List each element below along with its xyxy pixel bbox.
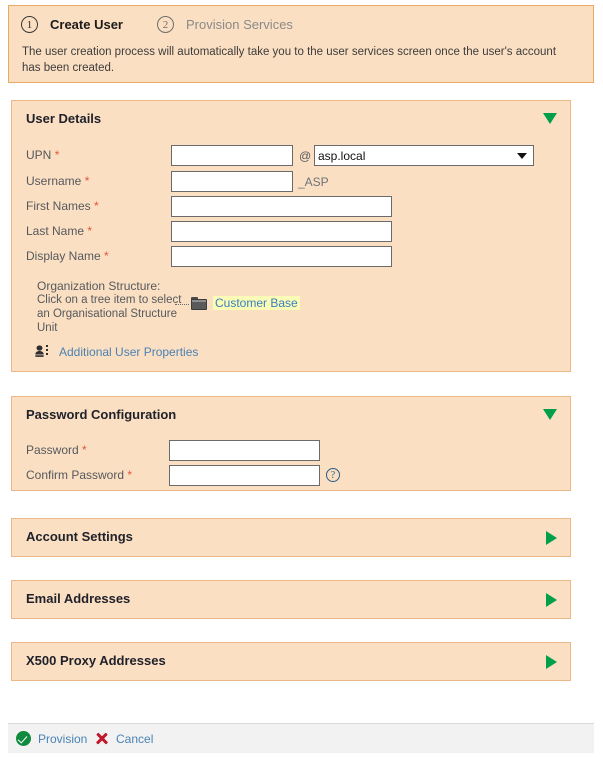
user-properties-icon (34, 344, 50, 360)
step-label: Create User (50, 17, 123, 32)
field-row-first-names: First Names * (12, 196, 572, 218)
panel-title-email-addresses: Email Addresses (26, 591, 131, 606)
step-number-badge: 2 (157, 16, 174, 33)
org-structure-block: Organization Structure: Click on a tree … (37, 279, 182, 335)
org-tree-item-customer-base[interactable]: Customer Base (175, 296, 300, 310)
wizard-header: 1 Create User 2 Provision Services The u… (8, 5, 594, 83)
wizard-step-provision-services[interactable]: 2 Provision Services (157, 16, 293, 33)
chevron-right-icon-email-addresses[interactable] (546, 593, 557, 607)
additional-user-properties-label: Additional User Properties (59, 345, 199, 359)
org-tree-node-label[interactable]: Customer Base (213, 296, 300, 310)
field-row-upn: UPN * @ asp.local (12, 145, 572, 167)
wizard-description: The user creation process will automatic… (22, 46, 557, 74)
last-name-input[interactable] (171, 221, 392, 242)
folder-icon (191, 296, 207, 310)
chevron-right-icon-x500-proxy-addresses[interactable] (546, 655, 557, 669)
field-row-display-name: Display Name * (12, 246, 572, 268)
label-confirm-password: Confirm Password * (26, 468, 133, 482)
panel-user-details: User Details UPN * @ asp.local Username … (11, 100, 571, 372)
provision-button[interactable]: Provision (16, 731, 87, 746)
chevron-right-icon-account-settings[interactable] (546, 531, 557, 545)
create-user-page: 1 Create User 2 Provision Services The u… (0, 0, 603, 757)
wizard-step-create-user[interactable]: 1 Create User (21, 16, 123, 33)
additional-user-properties-link[interactable]: Additional User Properties (34, 344, 198, 360)
wizard-steps: 1 Create User 2 Provision Services (21, 16, 293, 33)
check-circle-icon (16, 731, 31, 746)
tree-connector-line (175, 303, 189, 305)
step-label: Provision Services (186, 17, 293, 32)
org-structure-title: Organization Structure: (37, 279, 161, 293)
step-number-badge: 1 (21, 16, 38, 33)
upn-domain-select-wrap: asp.local (314, 145, 534, 166)
panel-title-account-settings: Account Settings (26, 529, 133, 544)
label-last-name: Last Name * (26, 224, 93, 238)
label-display-name: Display Name * (26, 249, 109, 263)
first-names-input[interactable] (171, 196, 392, 217)
upn-domain-select[interactable]: asp.local (314, 145, 534, 166)
label-username: Username * (26, 174, 90, 188)
at-sign-label: @ (299, 149, 312, 163)
panel-password-configuration: Password Configuration Password * Confir… (11, 396, 571, 491)
footer-action-bar: Provision Cancel (8, 723, 594, 753)
provision-label: Provision (38, 731, 88, 746)
username-suffix-label: _ASP (298, 175, 329, 189)
label-first-names: First Names * (26, 199, 99, 213)
username-input[interactable] (171, 171, 293, 192)
cancel-button[interactable]: Cancel (94, 731, 153, 746)
upn-input[interactable] (171, 145, 293, 166)
panel-account-settings[interactable]: Account Settings (11, 518, 571, 557)
chevron-down-icon-user-details[interactable] (543, 113, 557, 124)
panel-title-x500-proxy-addresses: X500 Proxy Addresses (26, 653, 166, 668)
password-input[interactable] (169, 440, 320, 461)
cancel-label: Cancel (116, 731, 154, 746)
panel-title-user-details: User Details (26, 111, 102, 126)
label-password: Password * (26, 443, 87, 457)
org-structure-hint: Click on a tree item to select an Organi… (37, 294, 182, 334)
chevron-down-icon-password-configuration[interactable] (543, 409, 557, 420)
help-icon[interactable]: ? (326, 468, 340, 482)
confirm-password-input[interactable] (169, 465, 320, 486)
label-upn: UPN * (26, 148, 60, 162)
panel-title-password-configuration: Password Configuration (26, 407, 177, 422)
field-row-username: Username * _ASP (12, 171, 572, 193)
field-row-confirm-password: Confirm Password * ? (12, 465, 572, 487)
field-row-password: Password * (12, 440, 572, 462)
field-row-last-name: Last Name * (12, 221, 572, 243)
panel-email-addresses[interactable]: Email Addresses (11, 580, 571, 619)
close-icon (94, 731, 109, 746)
display-name-input[interactable] (171, 246, 392, 267)
panel-x500-proxy-addresses[interactable]: X500 Proxy Addresses (11, 642, 571, 681)
